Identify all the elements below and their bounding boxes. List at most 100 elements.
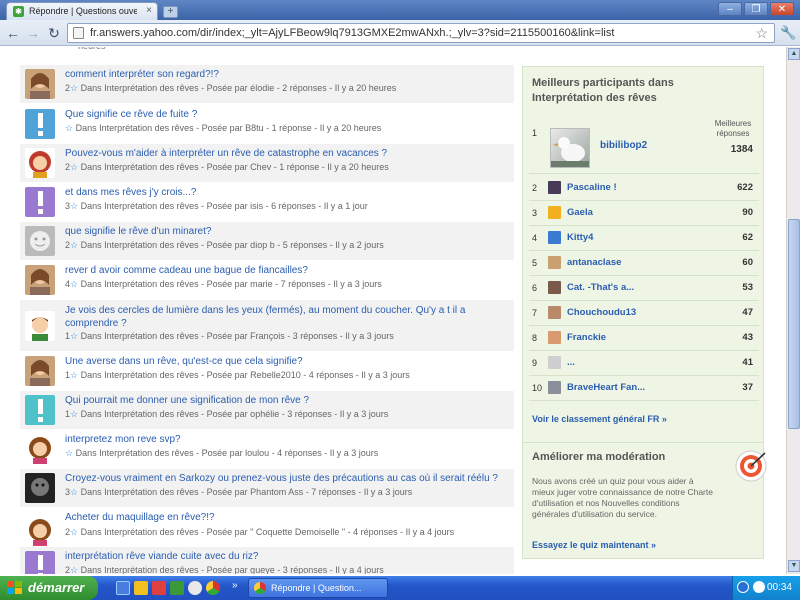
asker-avatar[interactable] xyxy=(25,109,55,139)
show-desktop-icon[interactable] xyxy=(116,581,130,595)
close-tab-icon[interactable]: × xyxy=(146,5,152,16)
scroll-down-arrow-icon[interactable]: ▼ xyxy=(788,560,800,572)
leader-name[interactable]: Chouchoudu13 xyxy=(567,307,636,318)
question-title-link[interactable]: Je vois des cercles de lumière dans les … xyxy=(65,304,505,330)
quicklaunch-icon-2[interactable] xyxy=(134,581,148,595)
question-row[interactable]: interpretez mon reve svp? ☆ Dans Interpré… xyxy=(20,430,514,468)
asker-avatar[interactable] xyxy=(25,69,55,99)
asker-avatar[interactable] xyxy=(25,265,55,295)
asker-avatar[interactable] xyxy=(25,226,55,256)
question-title-link[interactable]: Qui pourrait me donner une signification… xyxy=(65,395,309,406)
star-icon[interactable]: ☆ xyxy=(70,331,78,341)
leader-row[interactable]: 2 Pascaline ! 622 xyxy=(529,176,759,201)
quicklaunch-icon-4[interactable] xyxy=(170,581,184,595)
star-icon[interactable]: ☆ xyxy=(70,279,78,289)
question-row[interactable]: Que signifie ce rêve de fuite ? ☆ Dans In… xyxy=(20,105,514,143)
maximize-window-button[interactable]: ❐ xyxy=(744,2,768,16)
leader-name[interactable]: Franckie xyxy=(567,332,606,343)
star-icon[interactable]: ☆ xyxy=(70,487,78,497)
leader-name[interactable]: BraveHeart Fan... xyxy=(567,382,645,393)
scroll-thumb[interactable] xyxy=(788,219,800,429)
page-scrollbar[interactable]: ▲ ▼ xyxy=(786,47,800,574)
star-icon[interactable]: ☆ xyxy=(70,162,78,172)
question-row[interactable]: Qui pourrait me donner une signification… xyxy=(20,391,514,429)
question-title-link[interactable]: interprétation rêve viande cuite avec du… xyxy=(65,551,258,562)
leader-name[interactable]: Kitty4 xyxy=(567,232,593,243)
leader-name[interactable]: Cat. -That's a... xyxy=(567,282,634,293)
leader-name[interactable]: bibilibop2 xyxy=(600,140,647,151)
question-title-link[interactable]: Que signifie ce rêve de fuite ? xyxy=(65,109,197,120)
full-ranking-link[interactable]: Voir le classement général FR » xyxy=(532,414,667,424)
leader-top-row[interactable]: 1 bibilibop2 1384 xyxy=(529,122,759,174)
leader-row[interactable]: 9... 41 xyxy=(529,351,759,376)
asker-avatar[interactable] xyxy=(25,187,55,217)
question-title-link[interactable]: que signifie le rêve d'un minaret? xyxy=(65,226,211,237)
question-title-link[interactable]: et dans mes rêves j'y crois...? xyxy=(65,187,196,198)
leader-avatar[interactable] xyxy=(548,206,561,219)
leader-name[interactable]: antanaclase xyxy=(567,257,621,268)
quicklaunch-icon-3[interactable] xyxy=(152,581,166,595)
question-title-link[interactable]: Pouvez-vous m'aider à interpréter un rêv… xyxy=(65,148,387,159)
start-button[interactable]: démarrer xyxy=(0,576,98,600)
quicklaunch-icon-5[interactable] xyxy=(188,581,202,595)
leader-row[interactable]: 4 Kitty4 62 xyxy=(529,226,759,251)
asker-avatar[interactable] xyxy=(25,356,55,386)
leader-avatar[interactable] xyxy=(548,181,561,194)
browser-tab[interactable]: ✱ Répondre | Questions ouverte × xyxy=(6,2,158,20)
leader-name[interactable]: Pascaline ! xyxy=(567,182,617,193)
leader-row[interactable]: 8 Franckie 43 xyxy=(529,326,759,351)
star-icon[interactable]: ☆ xyxy=(65,123,73,133)
asker-avatar[interactable] xyxy=(25,551,55,574)
leader-name[interactable]: Gaela xyxy=(567,207,593,218)
question-row[interactable]: rever d avoir comme cadeau une bague de … xyxy=(20,261,514,299)
leader-avatar[interactable] xyxy=(548,306,561,319)
address-bar[interactable]: fr.answers.yahoo.com/dir/index;_ylt=AjyL… xyxy=(67,23,775,43)
address-url[interactable]: fr.answers.yahoo.com/dir/index;_ylt=AjyL… xyxy=(90,27,614,39)
reload-icon[interactable]: ↻ xyxy=(46,25,62,41)
asker-avatar[interactable] xyxy=(25,434,55,464)
close-window-button[interactable]: ✕ xyxy=(770,2,794,16)
question-title-link[interactable]: Croyez-vous vraiment en Sarkozy ou prene… xyxy=(65,473,498,484)
asker-avatar[interactable] xyxy=(25,395,55,425)
leader-avatar[interactable] xyxy=(548,231,561,244)
minimize-window-button[interactable]: – xyxy=(718,2,742,16)
question-row[interactable]: Pouvez-vous m'aider à interpréter un rêv… xyxy=(20,144,514,182)
question-row[interactable]: et dans mes rêves j'y crois...? 3☆ Dans I… xyxy=(20,183,514,221)
leader-row[interactable]: 7 Chouchoudu13 47 xyxy=(529,301,759,326)
leader-avatar[interactable] xyxy=(548,381,561,394)
wrench-menu-icon[interactable]: 🔧 xyxy=(780,25,796,41)
question-title-link[interactable]: Une averse dans un rêve, qu'est-ce que c… xyxy=(65,356,303,367)
taskbar-chrome-window[interactable]: Répondre | Question... xyxy=(248,578,388,598)
new-tab-button[interactable]: + xyxy=(163,6,178,18)
question-row[interactable]: comment interpréter son regard?!? 2☆ Dans… xyxy=(20,65,514,103)
tray-security-icon[interactable] xyxy=(753,581,765,593)
star-icon[interactable]: ☆ xyxy=(70,240,78,250)
star-icon[interactable]: ☆ xyxy=(70,565,78,574)
asker-avatar[interactable] xyxy=(25,473,55,503)
question-title-link[interactable]: interpretez mon reve svp? xyxy=(65,434,181,445)
leader-avatar[interactable] xyxy=(548,256,561,269)
leader-row[interactable]: 5 antanaclase 60 xyxy=(529,251,759,276)
leader-avatar[interactable] xyxy=(550,128,590,168)
question-title-link[interactable]: comment interpréter son regard?!? xyxy=(65,69,219,80)
scroll-up-arrow-icon[interactable]: ▲ xyxy=(788,48,800,60)
forward-arrow-icon[interactable]: → xyxy=(25,25,41,41)
leader-row[interactable]: 3 Gaela 90 xyxy=(529,201,759,226)
asker-avatar[interactable] xyxy=(25,310,55,341)
star-icon[interactable]: ☆ xyxy=(70,201,78,211)
question-title-link[interactable]: Acheter du maquillage en rêve?!? xyxy=(65,512,215,523)
question-title-link[interactable]: rever d avoir comme cadeau une bague de … xyxy=(65,265,308,276)
asker-avatar[interactable] xyxy=(25,148,55,178)
leader-avatar[interactable] xyxy=(548,331,561,344)
question-row[interactable]: que signifie le rêve d'un minaret? 2☆ Dan… xyxy=(20,222,514,260)
quicklaunch-chevron[interactable]: » xyxy=(232,580,238,591)
asker-avatar[interactable] xyxy=(25,516,55,546)
leader-avatar[interactable] xyxy=(548,281,561,294)
quiz-link[interactable]: Essayez le quiz maintenant » xyxy=(532,540,656,550)
leader-row[interactable]: 6 Cat. -That's a... 53 xyxy=(529,276,759,301)
star-icon[interactable]: ☆ xyxy=(70,83,78,93)
chrome-quicklaunch-icon[interactable] xyxy=(206,581,220,595)
leader-name[interactable]: ... xyxy=(567,357,575,368)
tray-network-icon[interactable] xyxy=(737,581,749,593)
star-icon[interactable]: ☆ xyxy=(70,370,78,380)
